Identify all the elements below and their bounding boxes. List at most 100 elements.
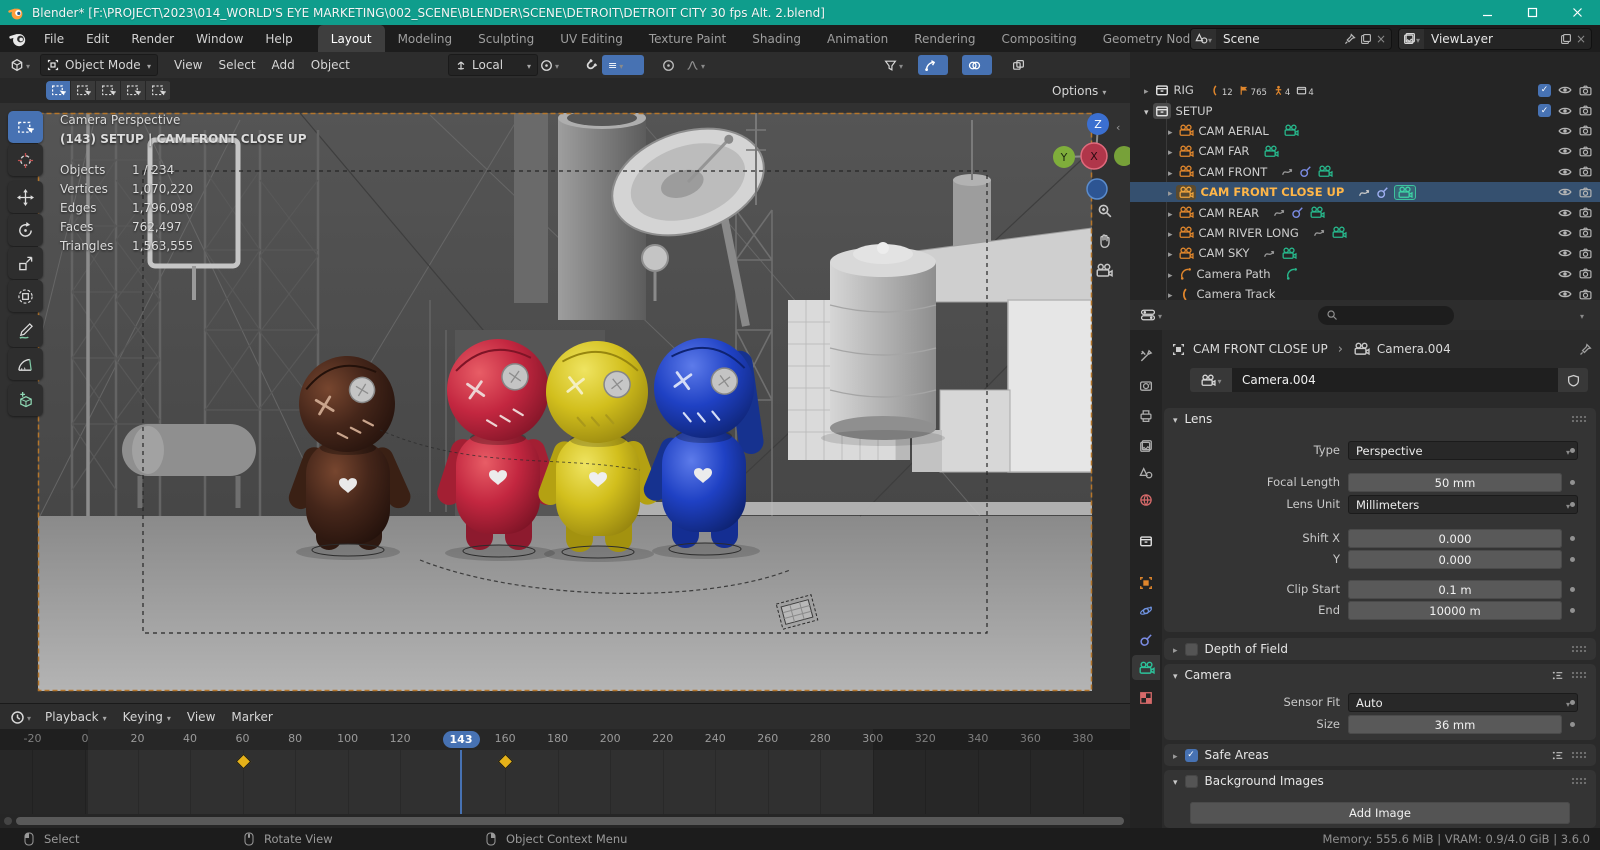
tool-annotate[interactable] [8, 315, 43, 347]
expand-icon[interactable] [1168, 165, 1173, 179]
render-visibility-icon[interactable] [1579, 186, 1592, 199]
hide-eye-icon[interactable] [1558, 124, 1572, 138]
viewlayer-browse-button[interactable] [1399, 29, 1424, 49]
tool-scale[interactable] [8, 247, 43, 279]
scene-name[interactable]: Scene [1223, 32, 1260, 46]
workspace-tab-animation[interactable]: Animation [814, 25, 901, 52]
expand-icon[interactable] [1168, 144, 1173, 158]
panel-title[interactable]: Lens [1185, 412, 1213, 426]
tool-select-box[interactable] [8, 111, 43, 143]
animate-dot[interactable] [1570, 448, 1575, 453]
hide-eye-icon[interactable] [1558, 83, 1572, 97]
hide-eye-icon[interactable] [1558, 226, 1572, 240]
panel-title[interactable]: Depth of Field [1205, 642, 1288, 656]
overlays-toggle[interactable] [962, 55, 992, 75]
fake-user-shield-button[interactable] [1558, 368, 1588, 392]
xray-toggle[interactable] [1006, 55, 1031, 75]
render-visibility-icon[interactable] [1579, 247, 1592, 260]
pivot-point-dropdown[interactable] [534, 55, 565, 75]
editor-type-button[interactable] [4, 55, 36, 75]
panel-title[interactable]: Safe Areas [1205, 748, 1269, 762]
expand-icon[interactable] [1168, 124, 1173, 138]
tab-tool[interactable] [1132, 343, 1160, 368]
timeline-menu-marker[interactable]: Marker [223, 710, 280, 724]
tool-measure[interactable] [8, 348, 43, 380]
hide-eye-icon[interactable] [1558, 246, 1572, 260]
render-visibility-icon[interactable] [1579, 288, 1592, 300]
camera-view-icon[interactable] [1095, 263, 1113, 278]
presets-icon[interactable] [1551, 669, 1564, 682]
menu-file[interactable]: File [33, 25, 75, 52]
animate-dot[interactable] [1570, 700, 1575, 705]
animate-dot[interactable] [1570, 502, 1575, 507]
panel-grip[interactable] [1571, 777, 1587, 785]
clip-start-field[interactable]: 0.1 m [1348, 580, 1562, 599]
background-images-checkbox[interactable] [1185, 775, 1198, 788]
breadcrumb-object[interactable]: CAM FRONT CLOSE UP [1193, 342, 1328, 356]
pin-scene-icon[interactable] [1344, 33, 1356, 45]
menu-view[interactable]: View [166, 58, 210, 72]
tool-move[interactable] [8, 181, 43, 213]
transform-orientation-dropdown[interactable]: Local [448, 54, 538, 76]
outliner-row-rig[interactable]: RIG 12 765 4 4 [1130, 80, 1600, 100]
animate-dot[interactable] [1570, 722, 1575, 727]
tool-rotate[interactable] [8, 214, 43, 246]
expand-icon[interactable] [1168, 206, 1173, 220]
tab-object[interactable] [1132, 570, 1160, 595]
outliner-row-cam-sky[interactable]: CAM SKY [1130, 243, 1600, 263]
id-name-field[interactable]: Camera.004 [1232, 368, 1558, 392]
outliner-row-cam-front[interactable]: CAM FRONT [1130, 162, 1600, 182]
tab-view-layer[interactable] [1132, 433, 1160, 458]
expand-icon[interactable] [1173, 748, 1178, 762]
snap-settings-dropdown[interactable]: ≡ [602, 55, 644, 75]
playhead-frame-pill[interactable]: 143 [443, 731, 480, 748]
outliner-row-setup[interactable]: SETUP [1130, 100, 1600, 120]
focal-length-field[interactable]: 50 mm [1348, 473, 1562, 492]
expand-icon[interactable] [1168, 267, 1173, 281]
menu-help[interactable]: Help [254, 25, 303, 52]
minimize-button[interactable] [1465, 0, 1510, 25]
collection-checkbox[interactable] [1538, 104, 1551, 117]
tab-collection[interactable] [1132, 528, 1160, 553]
gizmos-toggle[interactable] [918, 55, 948, 75]
hide-eye-icon[interactable] [1558, 165, 1572, 179]
tool-add-cube[interactable] [8, 384, 43, 416]
panel-title[interactable]: Background Images [1205, 774, 1324, 788]
render-visibility-icon[interactable] [1579, 267, 1592, 280]
tab-constraints[interactable] [1132, 627, 1160, 652]
render-visibility-icon[interactable] [1579, 145, 1592, 158]
animate-dot[interactable] [1570, 608, 1575, 613]
sensor-size-field[interactable]: 36 mm [1348, 715, 1562, 734]
hide-eye-icon[interactable] [1558, 287, 1572, 300]
workspace-tab-compositing[interactable]: Compositing [988, 25, 1089, 52]
sensor-fit-dropdown[interactable]: Auto [1348, 693, 1578, 712]
viewport-3d[interactable]: Z Y X Camera Perspective (143) SETUP | C… [0, 103, 1130, 703]
scrollbar-thumb[interactable] [16, 817, 1124, 825]
maximize-button[interactable] [1510, 0, 1555, 25]
workspace-tab-layout[interactable]: Layout [318, 25, 385, 52]
properties-editor-type-button[interactable] [1134, 305, 1168, 325]
playhead-line[interactable] [460, 750, 462, 814]
menu-object[interactable]: Object [303, 58, 358, 72]
outliner-row-cam-front-close-up[interactable]: CAM FRONT CLOSE UP [1130, 182, 1600, 202]
hide-eye-icon[interactable] [1558, 104, 1572, 118]
sidebar-collapse-icon[interactable]: ‹ [1116, 121, 1120, 134]
timeline-editor-type-button[interactable] [4, 707, 37, 727]
expand-icon[interactable] [1144, 83, 1149, 97]
tab-render[interactable] [1132, 373, 1160, 398]
hide-eye-icon[interactable] [1558, 206, 1572, 220]
close-button[interactable] [1555, 0, 1600, 25]
outliner-row-partial[interactable]: Camera Track [1130, 284, 1600, 300]
select-mode-extend-button[interactable] [71, 81, 95, 100]
timeline-menu-keying[interactable]: Keying [115, 710, 179, 724]
panel-grip[interactable] [1571, 671, 1587, 679]
object-visibility-dropdown[interactable] [878, 55, 909, 75]
timeline-scrollbar[interactable] [0, 814, 1130, 828]
panel-title[interactable]: Camera [1185, 668, 1232, 682]
snap-toggle[interactable] [578, 55, 603, 75]
select-mode-new-button[interactable] [46, 81, 70, 100]
render-visibility-icon[interactable] [1579, 206, 1592, 219]
menu-add[interactable]: Add [264, 58, 303, 72]
menu-render[interactable]: Render [120, 25, 185, 52]
timeline-menu-playback[interactable]: Playback [37, 710, 115, 724]
